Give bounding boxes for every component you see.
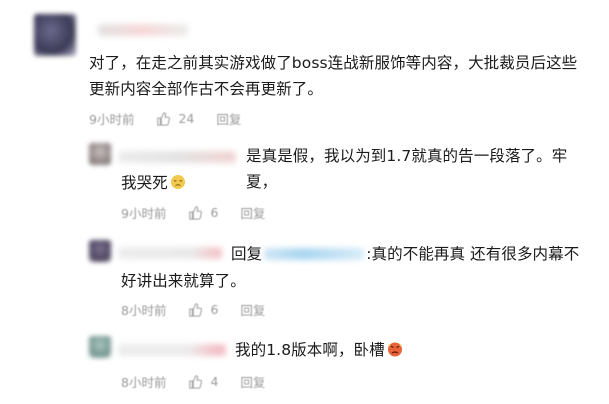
comment-line: 对了，在走之前其实游戏做了boss连战新服饰等内容，大批裁员后这些	[89, 54, 578, 72]
username[interactable]	[118, 247, 222, 259]
comment-line: 我哭死	[121, 174, 168, 192]
sad-emoji-icon	[170, 172, 186, 189]
comment-line: 我的1.8版本啊，卧槽	[235, 341, 385, 359]
timestamp: 9小时前	[121, 206, 167, 221]
comment-text: 是真是假，我以为到1.7就真的告一段落了。牢夏，	[246, 143, 596, 195]
reply-prefix: 回复	[231, 245, 263, 263]
comment-text-cont: 好讲出来就算了。	[121, 268, 246, 294]
like-count: 24	[178, 111, 195, 126]
comment-text-cont: 我哭死	[121, 170, 186, 196]
timestamp: 8小时前	[121, 375, 167, 390]
thumb-up-icon[interactable]	[156, 111, 171, 126]
comment-line: 更新内容全部作古不会再更新了。	[89, 80, 324, 98]
comment-text: 对了，在走之前其实游戏做了boss连战新服饰等内容，大批裁员后这些 更新内容全部…	[89, 50, 599, 102]
username[interactable]	[118, 344, 226, 356]
comment-text: 回复 :真的不能再真 还有很多内幕不	[231, 241, 601, 267]
comment-meta: 9小时前 24 回复	[89, 109, 241, 128]
reply-button[interactable]: 回复	[216, 109, 241, 128]
username[interactable]	[118, 151, 236, 163]
username[interactable]	[98, 24, 188, 36]
avatar[interactable]	[89, 336, 111, 358]
like-count: 4	[210, 374, 219, 389]
timestamp: 9小时前	[89, 112, 135, 127]
comment-line: 好讲出来就算了。	[121, 272, 246, 290]
comment-meta: 8小时前 6 回复	[121, 300, 265, 319]
mention-username[interactable]	[264, 248, 365, 260]
comment-meta: 9小时前 6 回复	[121, 203, 265, 222]
angry-emoji-icon	[387, 339, 403, 357]
avatar[interactable]	[89, 240, 111, 262]
comment-line: 是真是假，我以为到1.7就真的告一段落了。牢夏，	[246, 147, 568, 191]
avatar[interactable]	[89, 143, 111, 165]
avatar[interactable]	[34, 14, 76, 56]
reply-button[interactable]: 回复	[240, 372, 265, 391]
thumb-up-icon[interactable]	[188, 374, 203, 389]
timestamp: 8小时前	[121, 303, 167, 318]
like-count: 6	[210, 302, 219, 317]
comment-meta: 8小时前 4 回复	[121, 372, 265, 391]
thumb-up-icon[interactable]	[188, 205, 203, 220]
reply-button[interactable]: 回复	[240, 300, 265, 319]
comment-text: 我的1.8版本啊，卧槽	[235, 337, 403, 363]
comment-line: :真的不能再真 还有很多内幕不	[366, 245, 580, 263]
like-count: 6	[210, 205, 219, 220]
reply-button[interactable]: 回复	[240, 203, 265, 222]
thumb-up-icon[interactable]	[188, 302, 203, 317]
